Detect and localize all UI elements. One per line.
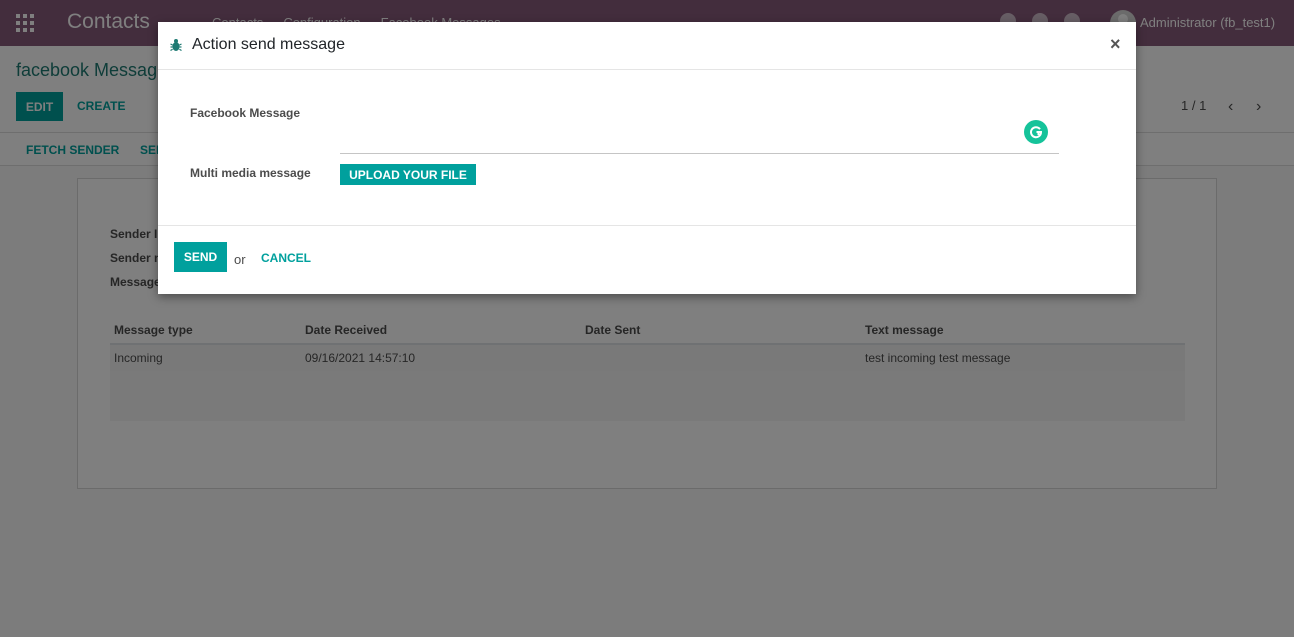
facebook-message-label: Facebook Message	[190, 106, 301, 120]
grammarly-g-glyph	[1030, 126, 1043, 139]
dialog-title: Action send message	[192, 36, 345, 53]
close-icon[interactable]: ×	[1110, 34, 1121, 55]
bug-icon	[170, 39, 182, 52]
dialog-header: Action send message ×	[158, 22, 1136, 70]
dialog-footer: SEND or CANCEL	[158, 225, 1136, 294]
send-button[interactable]: SEND	[174, 242, 227, 272]
facebook-message-input[interactable]	[340, 130, 1059, 154]
upload-file-button[interactable]: UPLOAD YOUR FILE	[340, 164, 476, 185]
send-message-dialog: Action send message × Facebook Message M…	[158, 22, 1136, 294]
multimedia-message-label: Multi media message	[190, 166, 311, 180]
dialog-body: Facebook Message Multi media message UPL…	[158, 70, 1136, 225]
grammarly-icon[interactable]	[1024, 120, 1048, 144]
or-text: or	[234, 252, 246, 267]
cancel-button[interactable]: CANCEL	[261, 251, 311, 265]
